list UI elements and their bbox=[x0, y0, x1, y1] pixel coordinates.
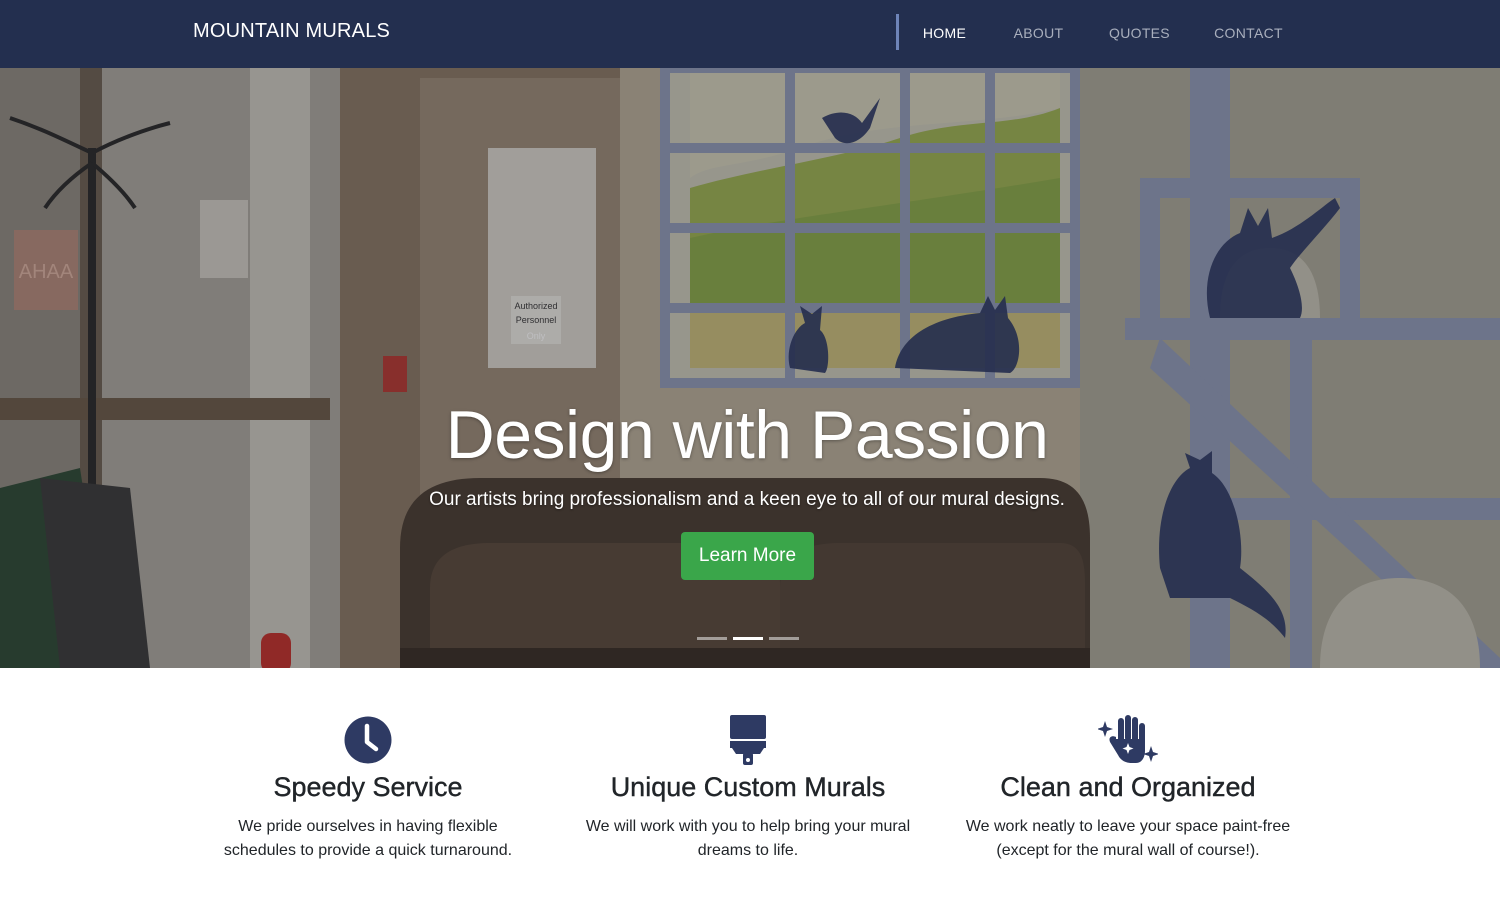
nav-link-quotes[interactable]: QUOTES bbox=[1088, 0, 1191, 68]
brand-logo-link[interactable]: MOUNTAIN MURALS bbox=[193, 20, 390, 43]
carousel-indicator-3[interactable] bbox=[769, 637, 799, 640]
nav-links: HOME ABOUT QUOTES CONTACT bbox=[900, 0, 1306, 68]
nav-divider bbox=[896, 14, 899, 50]
carousel-indicator-2[interactable] bbox=[733, 637, 763, 640]
carousel-indicator-1[interactable] bbox=[697, 637, 727, 640]
feature-title: Speedy Service bbox=[273, 772, 463, 802]
paint-brush-icon bbox=[730, 715, 766, 765]
feature-title: Unique Custom Murals bbox=[610, 772, 886, 802]
nav-link-home[interactable]: HOME bbox=[900, 0, 989, 68]
feature-text: We will work with you to help bring your… bbox=[585, 818, 911, 859]
features-section: Speedy Service We pride ourselves in hav… bbox=[0, 668, 1500, 900]
learn-more-button[interactable]: Learn More bbox=[681, 532, 814, 580]
hero-subtitle: Our artists bring professionalism and a … bbox=[429, 489, 1065, 510]
feature-text: We work neatly to leave your space paint… bbox=[965, 818, 1291, 859]
hero-carousel: Authorized Personnel Only AHAA Design wi… bbox=[0, 68, 1500, 668]
feature-title: Clean and Organized bbox=[1000, 772, 1256, 802]
nav-link-contact[interactable]: CONTACT bbox=[1191, 0, 1306, 68]
hero-title: Design with Passion bbox=[445, 397, 1049, 473]
sparkling-hand-icon bbox=[1098, 715, 1158, 763]
nav-link-about[interactable]: ABOUT bbox=[989, 0, 1088, 68]
top-navbar: MOUNTAIN MURALS HOME ABOUT QUOTES CONTAC… bbox=[0, 0, 1500, 68]
clock-icon bbox=[344, 716, 392, 764]
carousel-indicators bbox=[697, 637, 799, 640]
feature-text: We pride ourselves in having flexible sc… bbox=[223, 818, 513, 859]
